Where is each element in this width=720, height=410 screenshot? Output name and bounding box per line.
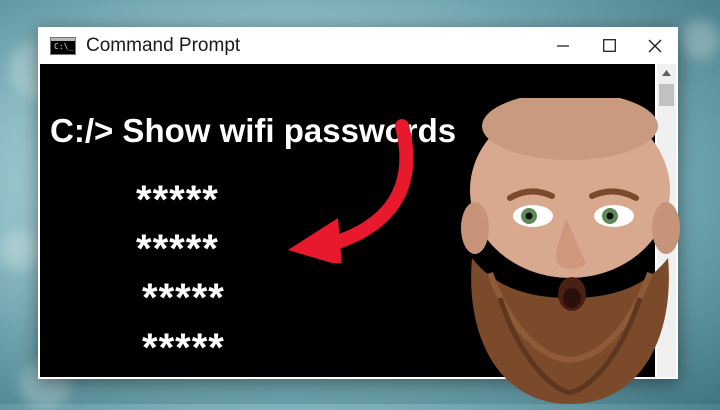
password-masked: ***** <box>136 178 219 222</box>
red-arrow-icon <box>288 119 414 263</box>
window-title: Command Prompt <box>86 34 241 56</box>
password-masked: ***** <box>142 276 225 320</box>
maximize-button[interactable] <box>586 27 632 64</box>
cmd-icon: C:\_ <box>50 36 76 55</box>
maximize-icon <box>602 39 616 52</box>
close-icon <box>648 39 662 52</box>
window-controls <box>540 27 678 64</box>
password-masked: ***** <box>136 227 219 271</box>
close-button[interactable] <box>632 27 678 64</box>
chevron-up-icon <box>662 69 671 76</box>
surprised-man-photo <box>461 98 680 404</box>
title-bar[interactable]: C:\_ Command Prompt <box>38 27 678 64</box>
minimize-icon <box>557 44 569 47</box>
password-masked: ***** <box>142 326 225 370</box>
scroll-up-button[interactable] <box>657 64 676 81</box>
minimize-button[interactable] <box>540 27 586 64</box>
